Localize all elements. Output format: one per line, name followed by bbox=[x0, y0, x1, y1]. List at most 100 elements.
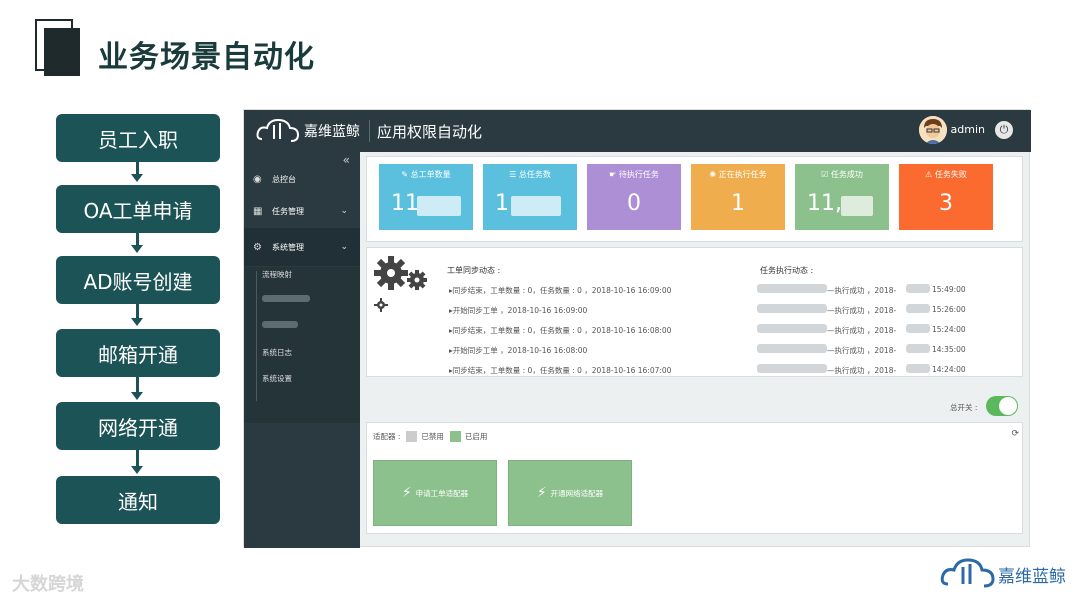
stat-value: 3 bbox=[939, 191, 953, 216]
task-log-text: —执行成功 ，2018- bbox=[827, 366, 897, 375]
footer-logo-text: 嘉维蓝鲸 bbox=[998, 566, 1066, 587]
spinner-icon: ✺ bbox=[709, 170, 719, 179]
task-log-time: 15:26:00 bbox=[932, 305, 966, 314]
slide: 业务场景自动化 员工入职 OA工单申请 AD账号创建 邮箱开通 网络开通 通知 … bbox=[0, 0, 1080, 606]
dashboard-icon: ◉ bbox=[253, 173, 262, 185]
redacted-text bbox=[757, 364, 827, 373]
adapter-name: 开通网络适配器 bbox=[550, 488, 604, 498]
sidebar-subitem-redacted[interactable] bbox=[262, 295, 310, 304]
task-activity-title: 任务执行动态 : bbox=[760, 266, 814, 275]
warning-icon: ⚠ bbox=[925, 170, 935, 179]
flow-arrow bbox=[131, 377, 143, 400]
username[interactable]: admin bbox=[951, 123, 985, 136]
flow-step: 员工入职 bbox=[56, 114, 220, 162]
gears-icon: ⚙ bbox=[253, 241, 262, 253]
brand[interactable]: 嘉维蓝鲸 bbox=[256, 117, 360, 145]
redacted-text bbox=[262, 295, 310, 302]
app-topbar: 嘉维蓝鲸 应用权限自动化 admin ⏻ bbox=[244, 110, 1031, 152]
sidebar-subitem-system-log[interactable]: 系统日志 bbox=[262, 347, 292, 358]
stat-label: 待执行任务 bbox=[618, 170, 659, 179]
sidebar-item-task-management[interactable]: ▦ 任务管理 ⌄ bbox=[244, 197, 360, 225]
redacted-text bbox=[262, 321, 298, 328]
sidebar-submenu: 流程映射 系统日志 系统设置 bbox=[244, 267, 360, 423]
grid-icon: ▦ bbox=[253, 205, 263, 217]
stat-card-task-success[interactable]: ☑ 任务成功 11, bbox=[795, 164, 889, 230]
stat-label: 任务失败 bbox=[934, 170, 967, 179]
sync-log-row: ▸开始同步工单 ，2018-10-16 16:09:00 bbox=[449, 306, 588, 315]
watermark: 大数跨境 bbox=[12, 574, 84, 595]
task-log-text: —执行成功 ，2018- bbox=[827, 346, 897, 355]
task-log-time: 14:35:00 bbox=[932, 345, 966, 354]
adapter-panel: 适配器 : 已禁用 已启用 ⟳ ⚡ 申请工单适配器 ⚡ 开通网络适配器 bbox=[366, 422, 1023, 534]
stat-card-pending-tasks[interactable]: ☛ 待执行任务 0 bbox=[587, 164, 681, 230]
avatar[interactable] bbox=[919, 116, 947, 144]
redacted-text bbox=[906, 344, 930, 353]
task-log-time: 15:49:00 bbox=[932, 285, 966, 294]
adapter-network-provisioning[interactable]: ⚡ 开通网络适配器 bbox=[508, 460, 632, 526]
slide-title: 业务场景自动化 bbox=[98, 40, 315, 75]
list-icon: ☰ bbox=[509, 170, 519, 179]
legend-enabled-label: 已启用 bbox=[464, 432, 488, 441]
activity-panel: 工单同步动态 : ▸同步结束，工单数量 : 0，任务数量 : 0 ，2018-1… bbox=[366, 247, 1023, 377]
brand-name: 嘉维蓝鲸 bbox=[304, 124, 360, 140]
flow-step: 邮箱开通 bbox=[56, 329, 220, 377]
sidebar-item-label: 任务管理 bbox=[272, 206, 304, 216]
sidebar: « ◉ 总控台 ▦ 任务管理 ⌄ ⚙ 系统管理 ⌄ 流程映射 系统日志 系统设置 bbox=[244, 152, 360, 548]
task-log-time: 14:24:00 bbox=[932, 365, 966, 374]
redacted-text bbox=[757, 344, 827, 353]
redacted-value bbox=[417, 196, 461, 216]
flow-arrow bbox=[131, 162, 143, 182]
stat-card-total-tasks[interactable]: ☰ 总任务数 1 bbox=[483, 164, 577, 230]
task-log-text: —执行成功 ，2018- bbox=[827, 306, 897, 315]
redacted-value bbox=[511, 196, 561, 216]
master-switch-toggle[interactable] bbox=[986, 396, 1018, 416]
flow-step: OA工单申请 bbox=[56, 185, 220, 233]
flow-arrow bbox=[131, 233, 143, 253]
divider bbox=[369, 120, 370, 142]
sidebar-item-dashboard[interactable]: ◉ 总控台 bbox=[244, 165, 360, 193]
redacted-text bbox=[757, 284, 827, 293]
sidebar-subitem-flow-mapping[interactable]: 流程映射 bbox=[262, 269, 292, 280]
plug-icon: ⚡ bbox=[401, 485, 412, 501]
sync-log-row: ▸开始同步工单 ，2018-10-16 16:08:00 bbox=[449, 346, 588, 355]
flow-arrow bbox=[131, 450, 143, 474]
stat-card-task-failed[interactable]: ⚠ 任务失败 3 bbox=[899, 164, 993, 230]
adapter-name: 申请工单适配器 bbox=[415, 488, 469, 498]
chevron-down-icon: ⌄ bbox=[340, 206, 348, 216]
sidebar-item-system-management[interactable]: ⚙ 系统管理 ⌄ bbox=[244, 228, 360, 266]
user-avatar-icon bbox=[919, 116, 947, 144]
legend-disabled-label: 已禁用 bbox=[421, 432, 444, 441]
submenu-guide-line bbox=[256, 271, 257, 401]
sidebar-subitem-redacted[interactable] bbox=[262, 321, 298, 330]
adapter-ticket-application[interactable]: ⚡ 申请工单适配器 bbox=[373, 460, 497, 526]
stat-label: 总任务数 bbox=[518, 170, 551, 179]
refresh-icon[interactable]: ⟳ bbox=[1011, 429, 1019, 439]
redacted-text bbox=[906, 364, 930, 373]
cloud-logo-icon bbox=[940, 558, 995, 588]
plug-icon: ⚡ bbox=[536, 485, 547, 501]
stat-label: 总工单数量 bbox=[410, 170, 451, 179]
logout-icon[interactable]: ⏻ bbox=[995, 121, 1013, 139]
toggle-knob bbox=[999, 397, 1017, 415]
stat-card-total-tickets[interactable]: ✎ 总工单数量 11 bbox=[379, 164, 473, 230]
app-window: 嘉维蓝鲸 应用权限自动化 admin ⏻ « ◉ 总控台 ▦ 任务管理 ⌄ ⚙ … bbox=[243, 109, 1031, 548]
task-log-text: —执行成功 ，2018- bbox=[827, 286, 897, 295]
task-log-text: —执行成功 ，2018- bbox=[827, 326, 897, 335]
redacted-text bbox=[906, 324, 930, 333]
legend-swatch-enabled bbox=[449, 431, 461, 442]
stat-card-running-tasks[interactable]: ✺ 正在执行任务 1 bbox=[691, 164, 785, 230]
edit-icon: ✎ bbox=[401, 170, 411, 179]
sidebar-item-label: 系统管理 bbox=[272, 242, 304, 252]
sync-log-row: ▸同步结束，工单数量 : 0，任务数量 : 0 ，2018-10-16 16:0… bbox=[449, 286, 672, 295]
app-title: 应用权限自动化 bbox=[377, 123, 483, 141]
redacted-text bbox=[906, 284, 930, 293]
chevron-down-icon: ⌄ bbox=[340, 242, 348, 252]
adapter-label: 适配器 : bbox=[373, 432, 401, 441]
check-icon: ☑ bbox=[821, 170, 831, 179]
legend-swatch-disabled bbox=[406, 431, 418, 442]
sidebar-subitem-system-settings[interactable]: 系统设置 bbox=[262, 373, 292, 384]
hand-icon: ☛ bbox=[609, 170, 619, 179]
task-log-time: 15:24:00 bbox=[932, 325, 966, 334]
footer-logo: 嘉维蓝鲸 bbox=[940, 557, 1066, 591]
stat-label: 正在执行任务 bbox=[718, 170, 767, 179]
